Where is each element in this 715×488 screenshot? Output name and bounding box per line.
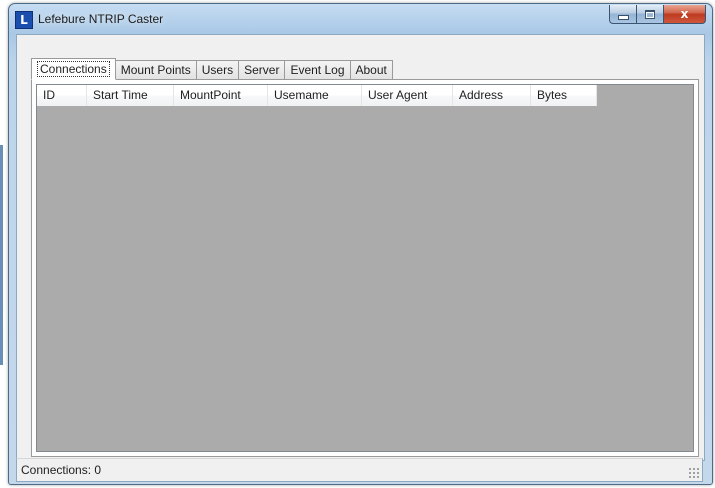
maximize-icon bbox=[645, 9, 655, 19]
caption-buttons: x bbox=[609, 5, 706, 24]
tab-strip: Connections Mount Points Users Server Ev… bbox=[31, 57, 393, 80]
tab-label: Connections bbox=[37, 61, 110, 77]
tab-server[interactable]: Server bbox=[239, 60, 286, 79]
window-title: Lefebure NTRIP Caster bbox=[38, 12, 164, 26]
connections-tab-panel: ID Start Time MountPoint Usemame User Ag… bbox=[31, 79, 699, 457]
close-icon: x bbox=[680, 7, 689, 21]
connections-count-status: Connections: 0 bbox=[21, 463, 102, 477]
minimize-button[interactable] bbox=[609, 5, 636, 24]
column-header-bytes[interactable]: Bytes bbox=[531, 85, 597, 106]
column-header-id[interactable]: ID bbox=[37, 85, 87, 106]
app-icon[interactable]: L bbox=[15, 11, 33, 29]
tab-users[interactable]: Users bbox=[196, 60, 240, 79]
minimize-icon bbox=[617, 14, 629, 20]
main-window: L Lefebure NTRIP Caster x Connections Mo… bbox=[8, 3, 713, 485]
client-area: Connections Mount Points Users Server Ev… bbox=[16, 34, 705, 461]
title-bar[interactable]: L Lefebure NTRIP Caster x bbox=[9, 4, 712, 34]
status-bar: Connections: 0 bbox=[16, 458, 703, 482]
tab-connections[interactable]: Connections bbox=[31, 58, 116, 80]
resize-grip[interactable] bbox=[688, 467, 700, 479]
tab-mount-points[interactable]: Mount Points bbox=[115, 60, 197, 79]
column-header-address[interactable]: Address bbox=[453, 85, 531, 106]
list-header: ID Start Time MountPoint Usemame User Ag… bbox=[37, 85, 597, 106]
close-button[interactable]: x bbox=[663, 5, 706, 24]
background-window-edge bbox=[0, 145, 3, 365]
column-header-user-agent[interactable]: User Agent bbox=[362, 85, 453, 106]
connections-list[interactable]: ID Start Time MountPoint Usemame User Ag… bbox=[36, 84, 694, 452]
tab-about[interactable]: About bbox=[350, 60, 393, 79]
column-header-mountpoint[interactable]: MountPoint bbox=[174, 85, 268, 106]
tab-event-log[interactable]: Event Log bbox=[285, 60, 351, 79]
column-header-username[interactable]: Usemame bbox=[268, 85, 362, 106]
maximize-button[interactable] bbox=[636, 5, 663, 24]
column-header-start-time[interactable]: Start Time bbox=[87, 85, 174, 106]
